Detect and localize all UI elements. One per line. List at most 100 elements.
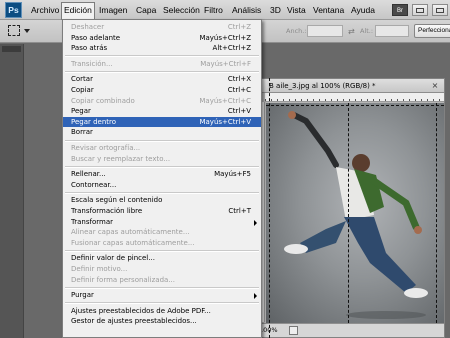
menu-vista[interactable]: Vista [285, 3, 308, 17]
refine-edge-button[interactable]: Perfeccionar borde... [414, 24, 450, 38]
menu-item-label: Transformación libre [71, 207, 143, 215]
ruler-horizontal[interactable] [265, 93, 444, 102]
menu-item-pegar[interactable]: Pegar Ctrl+V [63, 106, 261, 117]
menu-item-fusionar-capas-automaticamente[interactable]: Fusionar capas automáticamente... [63, 238, 261, 249]
menu-ventana[interactable]: Ventana [311, 3, 346, 17]
menu-edicion[interactable]: Edición [61, 2, 95, 20]
height-label: Alt.: [360, 27, 374, 35]
menu-item-shortcut: Mayús+F5 [214, 170, 251, 179]
menu-analisis[interactable]: Análisis [230, 3, 263, 17]
guide-vertical[interactable] [436, 103, 437, 323]
menu-item-pegar-dentro[interactable]: Pegar dentro Mayús+Ctrl+V [63, 116, 261, 128]
menu-item-buscar-y-reemplazar-texto[interactable]: Buscar y reemplazar texto... [63, 154, 261, 165]
menu-item-transformacion-libre[interactable]: Transformación libre Ctrl+T [63, 206, 261, 217]
menu-item-label: Purgar [71, 291, 94, 300]
menu-item-label: Pegar dentro [71, 117, 117, 126]
menu-item-gestor-de-ajustes-preestablecidos[interactable]: Gestor de ajustes preestablecidos... [63, 316, 261, 327]
menu-item-transicion[interactable]: Transición... Mayús+Ctrl+F [63, 59, 261, 70]
menu-separator [65, 139, 259, 142]
menu-item-ajustes-preestablecidos-de-adobe-pdf[interactable]: Ajustes preestablecidos de Adobe PDF... [63, 306, 261, 317]
menu-item-label: Definir motivo... [71, 265, 128, 273]
menu-separator [65, 286, 259, 289]
menu-3d[interactable]: 3D [268, 3, 283, 17]
menu-item-label: Borrar [71, 128, 93, 137]
menu-imagen[interactable]: Imagen [97, 3, 129, 17]
document-title[interactable]: B aile_3.jpg al 100% (RGB/8) * [256, 79, 444, 93]
menu-item-label: Definir valor de pincel... [71, 254, 155, 263]
menu-item-paso-adelante[interactable]: Paso adelante Mayús+Ctrl+Z [63, 33, 261, 44]
tools-panel [0, 44, 24, 338]
grid-icon [416, 8, 424, 13]
menu-item-label: Transición... [71, 59, 113, 68]
menu-item-rellenar[interactable]: Rellenar... Mayús+F5 [63, 169, 261, 180]
menu-filtro[interactable]: Filtro [202, 3, 225, 17]
width-label: Anch.: [286, 27, 307, 35]
menu-item-copiar-combinado[interactable]: Copiar combinado Mayús+Ctrl+C [63, 96, 261, 107]
swap-icon[interactable]: ⇄ [348, 27, 355, 36]
photoshop-logo-icon: Ps [5, 2, 22, 18]
rectangular-marquee-icon[interactable] [8, 25, 20, 36]
menu-item-label: Pegar [71, 107, 91, 116]
menu-item-definir-forma-personalizada[interactable]: Definir forma personalizada... [63, 275, 261, 286]
menu-item-paso-atras[interactable]: Paso atrás Alt+Ctrl+Z [63, 43, 261, 54]
view-extras-button[interactable] [412, 4, 428, 16]
menu-item-shortcut: Mayús+Ctrl+F [200, 59, 251, 68]
menu-item-shortcut: Mayús+Ctrl+V [199, 117, 251, 126]
menu-item-copiar[interactable]: Copiar Ctrl+C [63, 85, 261, 96]
menu-separator [65, 249, 259, 252]
menu-item-alinear-capas-automaticamente[interactable]: Alinear capas automáticamente... [63, 227, 261, 238]
document-status-bar: 100% [256, 323, 444, 337]
menu-item-transformar[interactable]: Transformar [63, 217, 261, 228]
document-window: B aile_3.jpg al 100% (RGB/8) * × 100% [255, 78, 445, 338]
menu-item-shortcut: Ctrl+V [227, 107, 251, 116]
menu-separator [65, 70, 259, 73]
menu-archivo[interactable]: Archivo [29, 3, 61, 17]
zoom-level-button[interactable] [432, 4, 448, 16]
menu-item-label: Deshacer [71, 23, 105, 31]
menu-item-label: Transformar [71, 217, 113, 226]
menu-item-purgar[interactable]: Purgar [63, 290, 261, 301]
menu-item-label: Cortar [71, 75, 93, 84]
menu-item-label: Copiar [71, 86, 94, 94]
guide-vertical [269, 78, 270, 338]
menu-item-deshacer[interactable]: Deshacer Ctrl+Z [63, 22, 261, 33]
menu-item-shortcut: Ctrl+Z [227, 23, 251, 31]
menu-item-shortcut: Alt+Ctrl+Z [212, 44, 251, 53]
menu-separator [65, 302, 259, 305]
panel-grip[interactable] [2, 46, 21, 52]
menu-item-label: Fusionar capas automáticamente... [71, 238, 195, 247]
menu-item-contornear[interactable]: Contornear... [63, 180, 261, 191]
menu-separator [65, 55, 259, 58]
width-field[interactable] [307, 25, 343, 37]
menu-item-label: Escala según el contenido [71, 196, 163, 205]
menu-ayuda[interactable]: Ayuda [349, 3, 377, 17]
menu-bar: Ps Archivo Edición Imagen Capa Selección… [0, 0, 450, 20]
menu-item-escala-segun-el-contenido[interactable]: Escala según el contenido [63, 195, 261, 206]
height-field[interactable] [375, 25, 409, 37]
guide-horizontal[interactable] [266, 105, 444, 106]
zoom-icon [436, 8, 444, 13]
menu-seleccion[interactable]: Selección [161, 3, 202, 17]
menu-item-label: Definir forma personalizada... [71, 275, 175, 284]
menu-capa[interactable]: Capa [134, 3, 158, 17]
guide-vertical[interactable] [348, 103, 349, 323]
menu-item-shortcut: Ctrl+X [227, 75, 251, 84]
status-nav-icon[interactable] [289, 326, 298, 335]
menu-item-label: Contornear... [71, 180, 117, 189]
menu-item-cortar[interactable]: Cortar Ctrl+X [63, 74, 261, 85]
menu-item-definir-valor-de-pincel[interactable]: Definir valor de pincel... [63, 253, 261, 264]
menu-item-borrar[interactable]: Borrar [63, 127, 261, 138]
menu-item-shortcut: Ctrl+C [227, 86, 251, 94]
menu-item-revisar-ortografia[interactable]: Revisar ortografía... [63, 143, 261, 154]
edit-menu-dropdown: Deshacer Ctrl+Z Paso adelante Mayús+Ctrl+Z P… [62, 19, 262, 338]
chevron-down-icon[interactable] [24, 29, 30, 33]
bridge-button[interactable]: Br [392, 4, 408, 16]
image-canvas[interactable] [266, 103, 444, 323]
menu-item-label: Paso adelante [71, 33, 121, 42]
submenu-arrow-icon [254, 219, 257, 226]
menu-item-label: Ajustes preestablecidos de Adobe PDF... [71, 306, 211, 315]
menu-item-label: Revisar ortografía... [71, 144, 141, 152]
close-icon[interactable]: × [430, 81, 440, 91]
menu-item-definir-motivo[interactable]: Definir motivo... [63, 264, 261, 275]
menu-separator [65, 165, 259, 168]
